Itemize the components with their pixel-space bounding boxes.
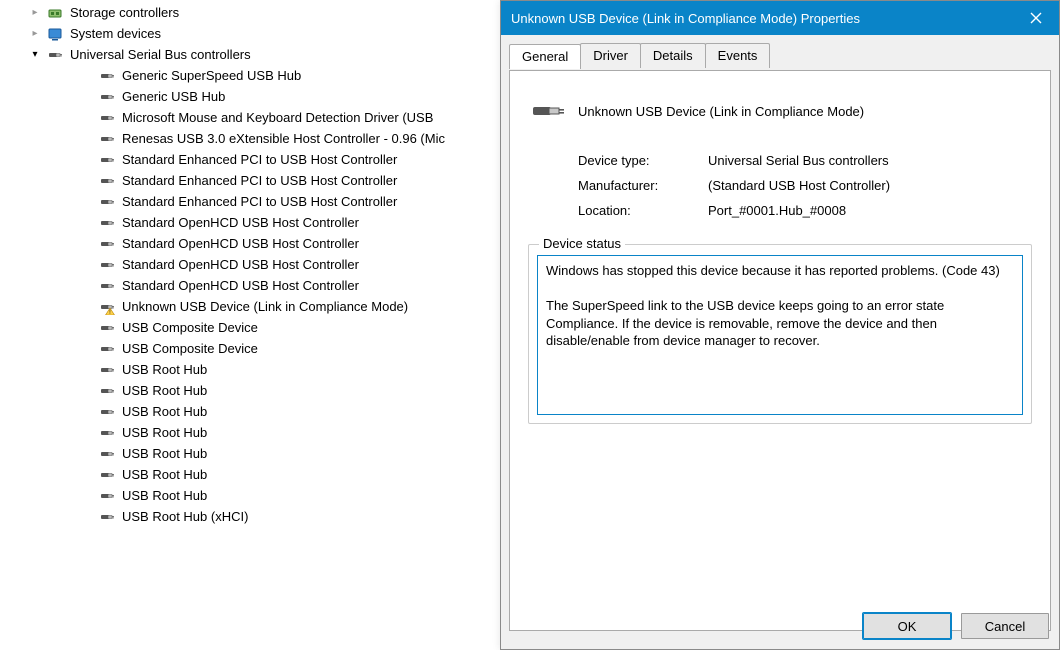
tab-details[interactable]: Details	[640, 43, 706, 68]
tree-item-label: USB Root Hub	[122, 422, 207, 443]
tree-item-label: USB Root Hub	[122, 401, 207, 422]
chevron-right-icon[interactable]: ▸	[28, 2, 42, 23]
tab-driver[interactable]: Driver	[580, 43, 641, 68]
tree-category-label: Universal Serial Bus controllers	[70, 44, 251, 65]
tree-item-label: Generic USB Hub	[122, 86, 225, 107]
tree-item-label: Standard Enhanced PCI to USB Host Contro…	[122, 149, 397, 170]
dialog-title: Unknown USB Device (Link in Compliance M…	[511, 11, 1013, 26]
system-icon	[46, 25, 64, 43]
usb-icon	[98, 67, 116, 85]
usb-icon	[98, 235, 116, 253]
usb-plug-icon	[528, 91, 568, 131]
usb-icon	[98, 130, 116, 148]
usb-icon	[98, 256, 116, 274]
usb-icon	[98, 340, 116, 358]
usb-icon	[98, 382, 116, 400]
tab-strip: GeneralDriverDetailsEvents	[509, 43, 1051, 71]
device-properties-dialog: Unknown USB Device (Link in Compliance M…	[500, 0, 1060, 650]
manufacturer-label: Manufacturer:	[578, 178, 708, 193]
usb-icon	[98, 466, 116, 484]
device-status-group: Device status Windows has stopped this d…	[528, 244, 1032, 424]
tree-item-label: USB Root Hub (xHCI)	[122, 506, 248, 527]
usb-icon	[98, 277, 116, 295]
tree-item-label: Unknown USB Device (Link in Compliance M…	[122, 296, 408, 317]
tree-category-label: System devices	[70, 23, 161, 44]
tree-item-label: USB Composite Device	[122, 317, 258, 338]
tree-item-label: USB Root Hub	[122, 359, 207, 380]
usb-icon	[98, 361, 116, 379]
usb-icon	[98, 172, 116, 190]
tree-item-label: Standard Enhanced PCI to USB Host Contro…	[122, 191, 397, 212]
controller-icon	[46, 4, 64, 22]
location-label: Location:	[578, 203, 708, 218]
chevron-down-icon[interactable]: ▾	[28, 44, 42, 65]
tree-item-label: Renesas USB 3.0 eXtensible Host Controll…	[122, 128, 445, 149]
usb-icon	[98, 403, 116, 421]
tree-item-label: Standard OpenHCD USB Host Controller	[122, 212, 359, 233]
tree-item-label: Generic SuperSpeed USB Hub	[122, 65, 301, 86]
tree-item-label: Standard OpenHCD USB Host Controller	[122, 275, 359, 296]
tree-item-label: USB Root Hub	[122, 380, 207, 401]
tree-item-label: Standard Enhanced PCI to USB Host Contro…	[122, 170, 397, 191]
usb-icon	[98, 214, 116, 232]
usb-icon	[98, 487, 116, 505]
usb-warn-icon: !	[98, 298, 116, 316]
usb-icon	[98, 319, 116, 337]
close-button[interactable]	[1013, 1, 1059, 35]
tab-general-panel: Unknown USB Device (Link in Compliance M…	[509, 71, 1051, 631]
location-value: Port_#0001.Hub_#0008	[708, 203, 846, 218]
tree-item-label: Microsoft Mouse and Keyboard Detection D…	[122, 107, 433, 128]
usb-icon	[46, 46, 64, 64]
usb-icon	[98, 508, 116, 526]
tab-events[interactable]: Events	[705, 43, 771, 68]
tree-item-label: USB Composite Device	[122, 338, 258, 359]
tree-item-label: Standard OpenHCD USB Host Controller	[122, 254, 359, 275]
usb-icon	[98, 193, 116, 211]
usb-icon	[98, 445, 116, 463]
ok-button[interactable]: OK	[863, 613, 951, 639]
device-name: Unknown USB Device (Link in Compliance M…	[578, 104, 864, 119]
usb-icon	[98, 88, 116, 106]
close-icon	[1030, 12, 1042, 24]
tree-category-label: Storage controllers	[70, 2, 179, 23]
device-info: Device type: Universal Serial Bus contro…	[578, 153, 1032, 218]
tree-item-label: Standard OpenHCD USB Host Controller	[122, 233, 359, 254]
chevron-right-icon[interactable]: ▸	[28, 23, 42, 44]
tree-item-label: USB Root Hub	[122, 485, 207, 506]
usb-icon	[98, 109, 116, 127]
device-status-legend: Device status	[539, 236, 625, 251]
tree-item-label: USB Root Hub	[122, 443, 207, 464]
device-status-text[interactable]: Windows has stopped this device because …	[537, 255, 1023, 415]
device-type-value: Universal Serial Bus controllers	[708, 153, 889, 168]
tree-item-label: USB Root Hub	[122, 464, 207, 485]
device-type-label: Device type:	[578, 153, 708, 168]
usb-icon	[98, 151, 116, 169]
usb-icon	[98, 424, 116, 442]
cancel-button[interactable]: Cancel	[961, 613, 1049, 639]
dialog-titlebar[interactable]: Unknown USB Device (Link in Compliance M…	[501, 1, 1059, 35]
manufacturer-value: (Standard USB Host Controller)	[708, 178, 890, 193]
tab-general[interactable]: General	[509, 44, 581, 69]
